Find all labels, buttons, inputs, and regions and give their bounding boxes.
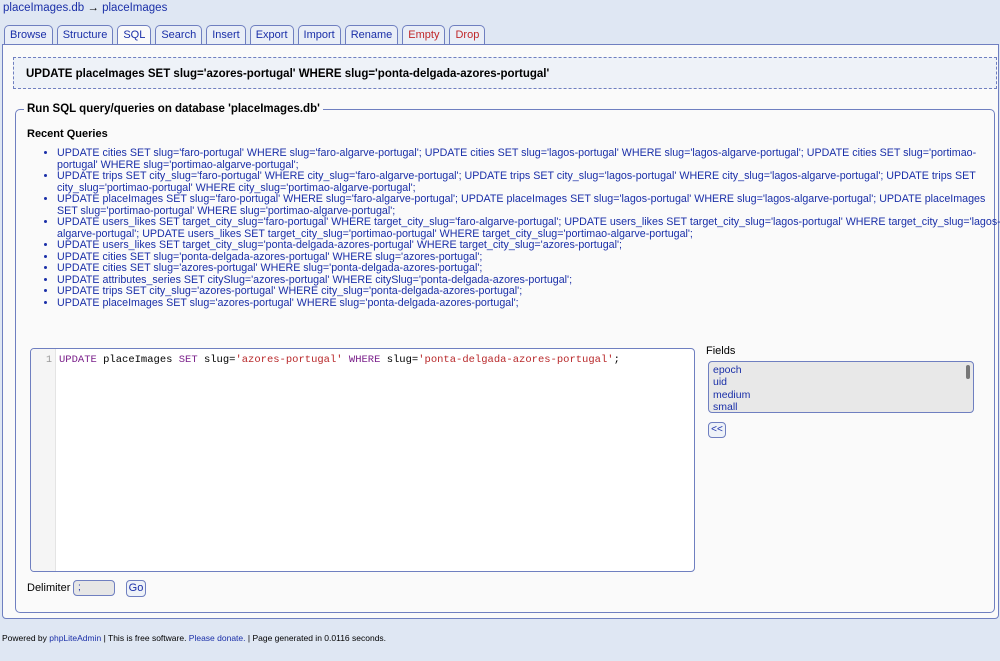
field-option[interactable]: medium — [713, 389, 969, 401]
tab-bar: Browse Structure SQL Search Insert Expor… — [4, 25, 486, 46]
string-literal: 'azores-portugal' — [235, 354, 343, 366]
field-option[interactable]: small — [713, 401, 969, 413]
footer-free: | This is free software. — [101, 633, 189, 643]
field-option[interactable]: uid — [713, 376, 969, 388]
recent-query-item[interactable]: UPDATE cities SET slug='faro-portugal' W… — [57, 147, 1000, 171]
identifier: placeImages — [96, 354, 179, 366]
footer: Powered by phpLiteAdmin | This is free s… — [2, 633, 386, 643]
recent-query-item[interactable]: UPDATE users_likes SET target_city_slug=… — [57, 239, 1000, 252]
scrollbar[interactable] — [966, 365, 970, 379]
recent-queries-list: UPDATE cities SET slug='faro-portugal' W… — [29, 147, 1000, 310]
tab-insert[interactable]: Insert — [206, 25, 246, 45]
donate-link[interactable]: Please donate. — [189, 633, 246, 643]
fields-label: Fields — [706, 345, 736, 357]
string-literal: 'ponta-delgada-azores-portugal' — [418, 354, 614, 366]
go-button[interactable]: Go — [126, 580, 146, 597]
recent-query-item[interactable]: UPDATE trips SET city_slug='faro-portuga… — [57, 170, 1000, 194]
tab-export[interactable]: Export — [249, 25, 294, 45]
recent-query-item[interactable]: UPDATE cities SET slug='azores-portugal'… — [57, 262, 1000, 275]
sql-editor[interactable]: 1 UPDATE placeImages SET slug='azores-po… — [30, 348, 695, 572]
line-gutter: 1 — [31, 349, 56, 571]
main-panel: UPDATE placeImages SET slug='azores-port… — [2, 44, 1000, 619]
footer-generated: | Page generated in 0.0116 seconds. — [245, 633, 387, 643]
phpliteadmin-link[interactable]: phpLiteAdmin — [49, 633, 101, 643]
fieldset-legend: Run SQL query/queries on database 'place… — [24, 103, 323, 115]
recent-queries-title: Recent Queries — [27, 128, 108, 140]
keyword: WHERE — [348, 354, 381, 366]
footer-powered: Powered by — [2, 633, 50, 643]
semicolon: ; — [613, 354, 620, 366]
delimiter-input[interactable]: ; — [73, 580, 115, 596]
delimiter-label: Delimiter — [27, 582, 71, 594]
fields-listbox[interactable]: epoch uid medium small — [708, 361, 974, 413]
recent-query-item[interactable]: UPDATE placeImages SET slug='faro-portug… — [57, 193, 1000, 217]
identifier: slug= — [380, 354, 419, 366]
identifier: slug= — [197, 354, 236, 366]
breadcrumb: placeImages.db → placeImages — [3, 2, 167, 14]
tab-import[interactable]: Import — [297, 25, 341, 45]
breadcrumb-db-link[interactable]: placeImages.db — [3, 2, 84, 14]
keyword: UPDATE — [59, 354, 97, 366]
tab-sql[interactable]: SQL — [117, 25, 152, 46]
insert-field-button[interactable]: << — [708, 422, 726, 438]
breadcrumb-table-link[interactable]: placeImages — [102, 2, 167, 14]
keyword: SET — [178, 354, 198, 366]
recent-query-item[interactable]: UPDATE users_likes SET target_city_slug=… — [57, 216, 1000, 240]
tab-browse[interactable]: Browse — [4, 25, 53, 45]
breadcrumb-arrow: → — [87, 2, 99, 14]
query-result-message: UPDATE placeImages SET slug='azores-port… — [13, 57, 997, 89]
field-option[interactable]: epoch — [713, 364, 969, 376]
line-number: 1 — [45, 355, 52, 366]
recent-query-item[interactable]: UPDATE trips SET city_slug='azores-portu… — [57, 285, 1000, 298]
tab-search[interactable]: Search — [155, 25, 203, 45]
tab-empty[interactable]: Empty — [402, 25, 446, 45]
tab-structure[interactable]: Structure — [56, 25, 114, 45]
sql-fieldset: Run SQL query/queries on database 'place… — [15, 103, 1000, 613]
recent-query-item[interactable]: UPDATE placeImages SET slug='azores-port… — [57, 297, 1000, 310]
tab-drop[interactable]: Drop — [449, 25, 486, 45]
sql-code[interactable]: UPDATE placeImages SET slug='azores-port… — [59, 354, 620, 366]
tab-rename[interactable]: Rename — [344, 25, 399, 45]
